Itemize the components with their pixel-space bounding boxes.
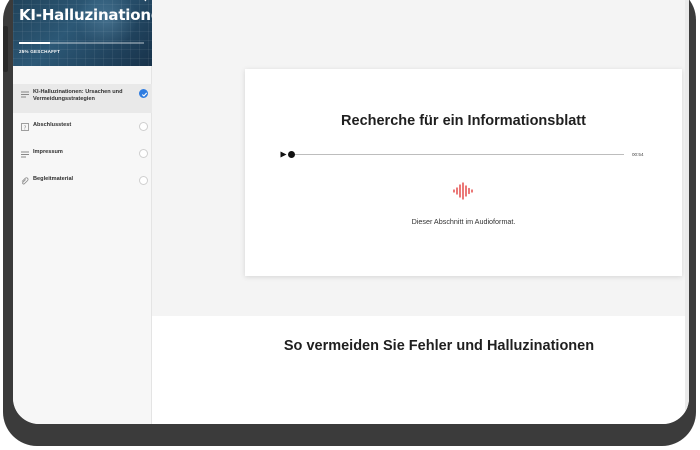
audio-duration: 00:54 xyxy=(632,152,644,157)
sidebar: KI-Halluzinationen 25% GESCHAFFT KI-Hall… xyxy=(13,0,152,424)
sidebar-item-lesson[interactable]: KI-Halluzinationen: Ursachen und Vermeid… xyxy=(13,84,152,113)
status-circle-icon xyxy=(139,176,148,185)
sidebar-item-label: KI-Halluzinationen: Ursachen und Vermeid… xyxy=(33,89,123,102)
lesson-content: Recherche für ein Informationsblatt 00:5… xyxy=(152,0,689,424)
play-icon[interactable] xyxy=(280,151,287,158)
course-header: KI-Halluzinationen 25% GESCHAFFT xyxy=(13,0,152,66)
lesson-nav: KI-Halluzinationen: Ursachen und Vermeid… xyxy=(13,84,152,190)
audio-seek-handle[interactable] xyxy=(288,151,295,158)
status-circle-icon xyxy=(139,122,148,131)
sidebar-item-abschlusstest[interactable]: ? Abschlusstest xyxy=(13,117,152,136)
audio-waveform-icon xyxy=(453,182,473,200)
completed-check-icon xyxy=(139,89,148,98)
screen-edge xyxy=(685,0,689,424)
audio-card: Recherche für ein Informationsblatt 00:5… xyxy=(245,69,682,276)
sidebar-item-label: Impressum xyxy=(33,149,63,155)
attachment-icon xyxy=(21,177,29,185)
tablet-side-button xyxy=(3,26,8,72)
course-title: KI-Halluzinationen xyxy=(19,6,152,24)
progress-bar-fill xyxy=(19,42,51,44)
screen: KI-Halluzinationen 25% GESCHAFFT KI-Hall… xyxy=(13,0,689,424)
status-circle-icon xyxy=(139,149,148,158)
sidebar-item-begleitmaterial[interactable]: Begleitmaterial xyxy=(13,171,152,190)
content-section: So vermeiden Sie Fehler und Halluzinatio… xyxy=(152,316,689,424)
search-icon[interactable] xyxy=(137,0,147,2)
lines-icon xyxy=(21,90,29,98)
audio-progress-track[interactable] xyxy=(290,154,624,155)
section-heading: So vermeiden Sie Fehler und Halluzinatio… xyxy=(283,338,595,354)
svg-text:?: ? xyxy=(24,125,27,131)
card-title: Recherche für ein Informationsblatt xyxy=(341,113,586,129)
lines-icon xyxy=(21,150,29,158)
progress-bar xyxy=(19,42,144,44)
audio-caption: Dieser Abschnitt im Audioformat. xyxy=(411,217,516,226)
progress-label: 25% GESCHAFFT xyxy=(19,49,61,54)
sidebar-item-label: Abschlusstest xyxy=(33,122,72,128)
tablet-frame: KI-Halluzinationen 25% GESCHAFFT KI-Hall… xyxy=(3,0,696,446)
sidebar-item-impressum[interactable]: Impressum xyxy=(13,144,152,163)
sidebar-item-label: Begleitmaterial xyxy=(33,176,74,182)
quiz-icon: ? xyxy=(21,123,29,131)
